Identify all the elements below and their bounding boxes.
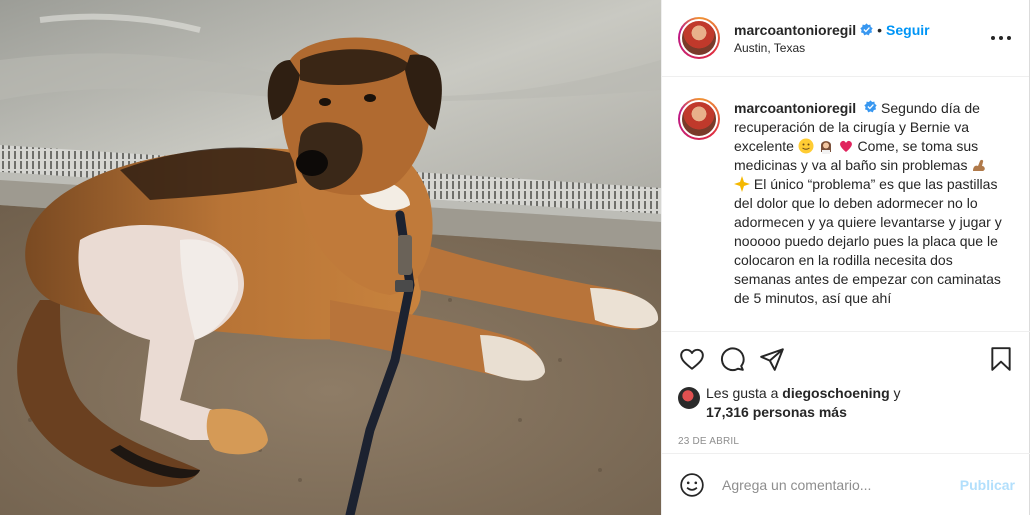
bookmark-icon[interactable] <box>987 345 1015 373</box>
follow-button[interactable]: Seguir <box>886 22 930 38</box>
post-photo[interactable] <box>0 0 661 515</box>
caption-avatar[interactable] <box>678 98 720 140</box>
verified-badge-icon <box>864 99 877 113</box>
comment-icon[interactable] <box>718 345 746 373</box>
likes-conjunction: y <box>893 385 901 401</box>
caption-username[interactable]: marcoantonioregil <box>734 100 856 116</box>
liker-username[interactable]: diegoschoening <box>782 385 889 401</box>
slightly-smiling-face-icon <box>798 138 814 154</box>
more-options-icon[interactable] <box>991 30 1011 46</box>
caption-text: marcoantonioregil Segundo día de recuper… <box>734 99 1004 331</box>
flexed-biceps-icon <box>971 157 987 173</box>
post-date[interactable]: 23 DE ABRIL <box>678 436 1015 447</box>
separator-dot: • <box>877 21 883 38</box>
dog-photo-illustration <box>0 0 661 515</box>
post-header: marcoantonioregil • Seguir Austin, Texas <box>662 0 1029 77</box>
verified-badge-icon <box>860 23 873 36</box>
heart-emoji-icon <box>838 138 854 154</box>
likes-prefix: Les gusta a <box>706 385 779 401</box>
comment-input[interactable] <box>722 476 960 493</box>
caption-area: marcoantonioregil Segundo día de recuper… <box>662 77 1029 331</box>
heart-icon[interactable] <box>678 345 706 373</box>
likes-summary: Les gusta a diegoschoening y 17,316 pers… <box>678 384 1015 422</box>
publish-button[interactable]: Publicar <box>960 477 1015 493</box>
share-icon[interactable] <box>758 345 786 373</box>
author-avatar[interactable] <box>678 17 720 59</box>
person-raising-hands-icon <box>818 138 834 154</box>
sparkle-icon <box>734 176 750 192</box>
post-location[interactable]: Austin, Texas <box>734 41 930 55</box>
comment-box: Publicar <box>662 453 1030 515</box>
author-username[interactable]: marcoantonioregil <box>734 22 856 38</box>
liker-avatar[interactable] <box>678 387 700 409</box>
post-side-panel: marcoantonioregil • Seguir Austin, Texas… <box>661 0 1030 515</box>
emoji-icon[interactable] <box>678 471 706 499</box>
post-actions: Les gusta a diegoschoening y 17,316 pers… <box>662 331 1030 447</box>
likes-count[interactable]: 17,316 personas más <box>706 404 847 420</box>
caption-part-3: El único “problema” es que las pastillas… <box>734 176 1002 306</box>
